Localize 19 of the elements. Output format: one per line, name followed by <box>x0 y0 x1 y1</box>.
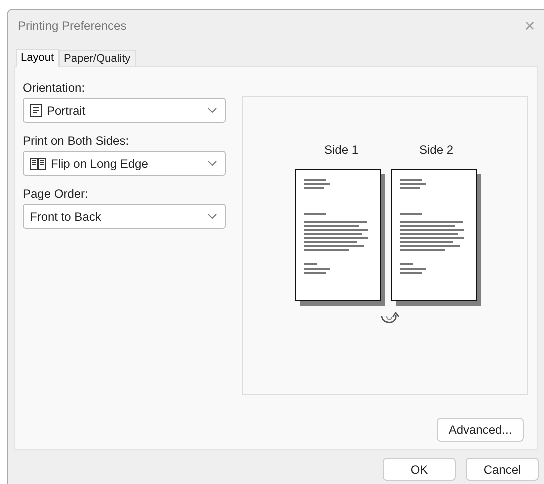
dropdown[interactable]: Portrait <box>23 98 226 123</box>
page-letter-icon <box>30 104 42 117</box>
chevron-down-icon <box>208 214 217 219</box>
chevron-down-icon <box>208 161 217 166</box>
advanced-button[interactable]: Advanced... <box>437 418 524 442</box>
window-title: Printing Preferences <box>18 18 127 34</box>
page-label: Side 2 <box>418 142 455 159</box>
tab[interactable]: Layout <box>16 49 60 67</box>
dropdown[interactable]: Front to Back <box>23 204 226 229</box>
dropdown[interactable]: Flip on Long Edge <box>23 151 226 176</box>
chevron-down-icon <box>208 108 217 113</box>
field-label: Print on Both Sides: <box>23 133 130 149</box>
tab[interactable]: Paper/Quality <box>59 50 136 66</box>
field-label: Page Order: <box>23 186 90 202</box>
dialog-button[interactable]: OK <box>383 458 456 481</box>
dialog-button[interactable]: Cancel <box>466 458 539 481</box>
page-label: Side 1 <box>323 142 360 159</box>
open-book-icon <box>30 158 46 170</box>
field-label: Orientation: <box>23 80 86 96</box>
